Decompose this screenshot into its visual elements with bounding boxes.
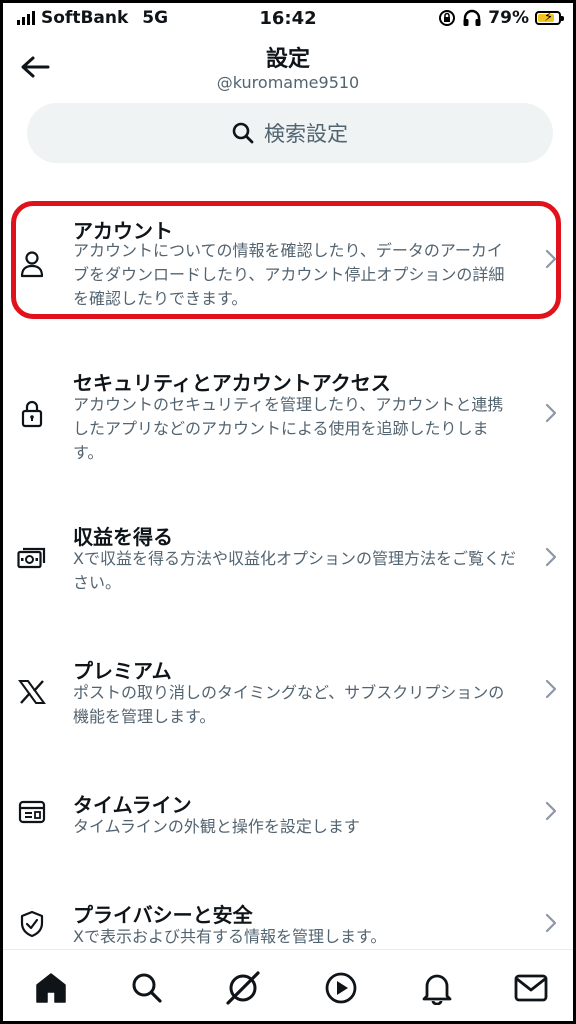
header: 設定 @kuromame9510 [3, 37, 573, 101]
screen: SoftBank 5G 16:42 79% ⚡ 設定 @kuromame9510… [0, 0, 576, 1024]
search-icon [232, 122, 254, 144]
settings-item-description: タイムラインの外観と操作を設定します [73, 817, 360, 836]
settings-item-privacy[interactable]: プライバシーと安全 Xで表示および共有する情報を管理します。 [3, 899, 573, 949]
chevron-right-icon [545, 679, 557, 699]
settings-item-description: ポストの取り消しのタイミングなど、サブスクリプションの機能を管理します。 [73, 683, 505, 726]
settings-item-title: セキュリティとアカウントアクセス [73, 371, 391, 395]
username: @kuromame9510 [216, 73, 360, 92]
nav-notifications[interactable] [417, 968, 457, 1008]
status-bar: SoftBank 5G 16:42 79% ⚡ [3, 3, 573, 37]
chevron-right-icon [545, 547, 557, 567]
nav-grok[interactable] [223, 968, 263, 1008]
settings-item-premium[interactable]: プレミアム ポストの取り消しのタイミングなど、サブスクリプションの機能を管理しま… [3, 653, 573, 737]
battery-percent: 79% [488, 8, 529, 28]
battery-icon: ⚡ [535, 10, 564, 25]
search-label: 検索設定 [264, 122, 348, 146]
page-title: 設定 [265, 47, 310, 72]
settings-item-description: アカウントについての情報を確認したり、データのアーカイブをダウンロードしたり、ア… [73, 241, 505, 308]
nav-video[interactable] [321, 968, 361, 1008]
settings-item-security[interactable]: セキュリティとアカウントアクセス アカウントのセキュリティを管理したり、アカウン… [3, 363, 573, 471]
nav-home[interactable] [31, 968, 71, 1008]
search-settings-button[interactable]: 検索設定 [27, 103, 553, 163]
settings-item-title: タイムライン [73, 793, 192, 817]
settings-item-monetization[interactable]: 収益を得る Xで収益を得る方法や収益化オプションの管理方法をご覧ください。 [3, 519, 573, 603]
shield-icon [15, 907, 49, 941]
bell-icon [422, 974, 452, 1005]
chevron-right-icon [545, 913, 557, 933]
x-logo-icon [15, 675, 49, 709]
headphones-icon [463, 9, 481, 26]
money-icon [15, 541, 49, 575]
chevron-right-icon [545, 249, 557, 269]
grok-icon [226, 971, 260, 1005]
play-icon [325, 972, 357, 1004]
nav-messages[interactable] [511, 968, 551, 1008]
rotation-lock-icon [439, 10, 456, 26]
settings-item-title: プライバシーと安全 [73, 903, 253, 927]
timeline-icon [15, 795, 49, 829]
settings-item-title: 収益を得る [73, 525, 173, 549]
person-icon [15, 247, 49, 281]
settings-item-title: プレミアム [73, 659, 172, 683]
search-icon [132, 973, 162, 1003]
settings-item-account[interactable]: アカウント アカウントについての情報を確認したり、データのアーカイブをダウンロー… [3, 209, 573, 317]
settings-item-description: Xで収益を得る方法や収益化オプションの管理方法をご覧ください。 [73, 549, 516, 592]
lock-icon [15, 397, 49, 431]
home-icon [36, 973, 66, 1003]
settings-item-description: Xで表示および共有する情報を管理します。 [73, 927, 387, 946]
bottom-navigation [3, 949, 573, 1021]
settings-item-description: アカウントのセキュリティを管理したり、アカウントと連携したアプリなどのアカウント… [73, 395, 504, 462]
mail-icon [514, 974, 548, 1002]
chevron-right-icon [545, 403, 557, 423]
nav-search[interactable] [127, 968, 167, 1008]
chevron-right-icon [545, 801, 557, 821]
settings-item-timeline[interactable]: タイムライン タイムラインの外観と操作を設定します [3, 787, 573, 847]
